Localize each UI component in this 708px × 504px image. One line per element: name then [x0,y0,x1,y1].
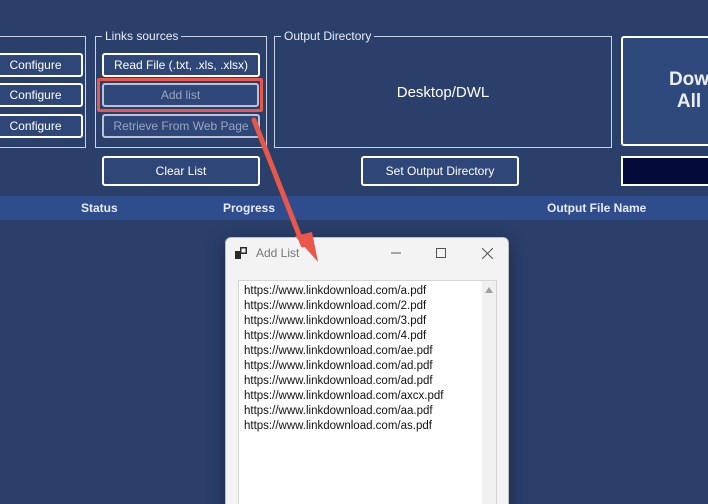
column-output-file-name: Output File Name [547,201,647,215]
column-status: Status [81,201,118,215]
download-all-line2: All [676,91,702,112]
close-icon[interactable] [476,242,498,264]
url-line: https://www.linkdownload.com/ad.pdf [244,360,433,372]
set-output-directory-button[interactable]: Set Output Directory [361,156,519,186]
url-line: https://www.linkdownload.com/as.pdf [244,420,432,432]
add-list-label: Add list [160,88,201,102]
configure-button-2-label: Configure [9,88,62,102]
url-line: https://www.linkdownload.com/4.pdf [244,330,427,342]
configure-button-3[interactable]: Configure [0,114,83,138]
add-list-dialog: Add List https://www.linkdownload.com/a.… [225,237,509,504]
url-line: https://www.linkdownload.com/a.pdf [244,285,427,297]
vertical-scrollbar[interactable] [482,281,496,504]
minimize-icon[interactable] [385,242,407,264]
toolbar-panel: Configure Configure Configure Links sour… [0,0,708,196]
url-line: https://www.linkdownload.com/3.pdf [244,315,427,327]
dialog-titlebar[interactable]: Add List [226,238,508,268]
url-line: https://www.linkdownload.com/axcx.pdf [244,390,444,402]
output-directory-value: Desktop/DWL [396,83,490,101]
set-output-directory-label: Set Output Directory [385,164,495,178]
retrieve-web-page-button[interactable]: Retrieve From Web Page [102,114,260,138]
scroll-up-arrow-icon[interactable] [485,287,493,293]
read-file-button[interactable]: Read File (.txt, .xls, .xlsx) [102,53,260,77]
retrieve-web-page-label: Retrieve From Web Page [113,119,249,133]
download-all-button[interactable]: Dow All [621,36,708,146]
column-progress: Progress [223,201,276,215]
maximize-icon[interactable] [430,242,452,264]
configure-button-2[interactable]: Configure [0,83,83,107]
read-file-label: Read File (.txt, .xls, .xlsx) [113,58,249,72]
url-line: https://www.linkdownload.com/2.pdf [244,300,427,312]
dialog-title: Add List [256,246,300,260]
links-sources-legend: Links sources [102,29,182,43]
configure-button-1-label: Configure [9,58,62,72]
url-line: https://www.linkdownload.com/ae.pdf [244,345,433,357]
clear-list-label: Clear List [155,164,207,178]
download-all-line1: Dow [668,69,708,90]
configure-button-3-label: Configure [9,119,62,133]
add-list-button[interactable]: Add list [102,83,259,107]
app-icon [235,247,247,259]
progress-box [621,156,708,186]
downloads-table-header: Status Progress Output File Name [0,196,708,220]
configure-button-1[interactable]: Configure [0,53,83,77]
url-list-textarea[interactable]: https://www.linkdownload.com/a.pdf https… [238,280,497,504]
clear-list-button[interactable]: Clear List [102,156,260,186]
url-line: https://www.linkdownload.com/ad.pdf [244,375,433,387]
url-line: https://www.linkdownload.com/aa.pdf [244,405,433,417]
